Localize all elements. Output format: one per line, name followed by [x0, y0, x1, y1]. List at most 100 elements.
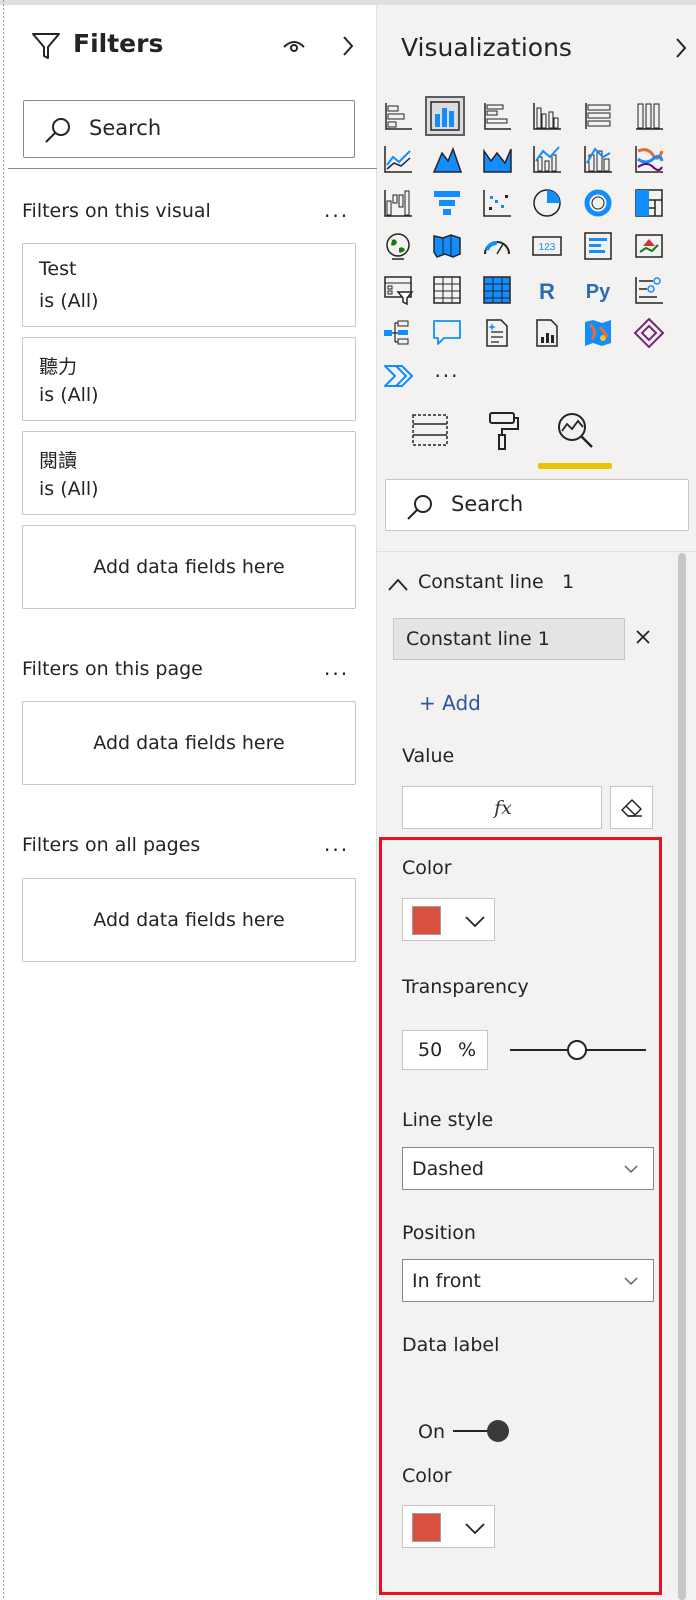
add-all-pages-filter-dropzone[interactable]: Add data fields here: [22, 878, 356, 962]
filters-search-placeholder: Search: [89, 116, 162, 140]
chevron-down-icon: [624, 1277, 638, 1286]
filter-card-value: is (All): [39, 384, 99, 406]
stacked-column-chart-icon[interactable]: [425, 96, 465, 136]
tab-fields[interactable]: [405, 405, 455, 455]
matrix-icon[interactable]: [477, 270, 517, 310]
qa-icon[interactable]: [427, 313, 467, 353]
filters-header: Filters: [8, 5, 377, 89]
reset-value-button[interactable]: [610, 786, 653, 829]
r-visual-icon[interactable]: R: [527, 270, 567, 310]
constant-line-item[interactable]: Constant line 1: [393, 618, 625, 660]
line-clustered-column-icon[interactable]: [527, 139, 567, 179]
tab-analytics[interactable]: [550, 405, 600, 455]
clustered-bar-chart-icon[interactable]: [477, 96, 517, 136]
transparency-input[interactable]: 50 %: [402, 1030, 488, 1070]
kpi-icon[interactable]: [629, 226, 669, 266]
value-label: Value: [402, 745, 455, 767]
chevron-right-icon[interactable]: [338, 31, 358, 61]
eye-icon[interactable]: [280, 35, 308, 57]
add-visual-filter-dropzone[interactable]: Add data fields here: [22, 525, 356, 609]
line-style-dropdown[interactable]: Dashed: [402, 1147, 654, 1190]
label-color-label: Color: [402, 1465, 452, 1487]
label-color-picker[interactable]: [402, 1505, 495, 1548]
filters-search-input[interactable]: Search: [23, 100, 355, 158]
gauge-icon[interactable]: [477, 226, 517, 266]
label-color-swatch: [412, 1513, 441, 1542]
clustered-column-chart-icon[interactable]: [527, 96, 567, 136]
scatter-chart-icon[interactable]: [477, 183, 517, 223]
close-icon[interactable]: [633, 627, 653, 647]
funnel-icon[interactable]: [427, 183, 467, 223]
filters-on-visual-more-button[interactable]: ...: [324, 198, 349, 222]
visualizations-search-input[interactable]: Search: [385, 479, 689, 531]
constant-line-section-header[interactable]: Constant line 1: [377, 565, 677, 605]
line-style-label: Line style: [402, 1109, 494, 1131]
filter-card-test[interactable]: Test is (All): [22, 243, 356, 327]
filter-card-listening[interactable]: 聽力 is (All): [22, 337, 356, 421]
filter-card-value: is (All): [39, 290, 99, 312]
filters-on-all-pages-more-button[interactable]: ...: [324, 832, 349, 856]
waterfall-chart-icon[interactable]: [378, 183, 418, 223]
eraser-icon: [620, 798, 642, 817]
format-pane-scrollbar[interactable]: [678, 553, 686, 1600]
key-influencers-icon[interactable]: [629, 270, 669, 310]
constant-line-count: 1: [562, 571, 575, 593]
data-label-toggle-state: On: [418, 1421, 445, 1443]
chevron-right-icon[interactable]: [672, 33, 690, 63]
transparency-value: 50: [418, 1039, 443, 1061]
r-visual-icon-label: R: [539, 279, 555, 304]
ribbon-chart-icon[interactable]: [629, 139, 669, 179]
python-visual-icon-label: Py: [586, 281, 611, 303]
filled-map-icon[interactable]: [427, 226, 467, 266]
visualizations-pane: Visualizations 123 R Py ··· Search Const…: [377, 5, 696, 1600]
stacked-bar-chart-icon[interactable]: [378, 96, 418, 136]
format-pane-separator: [377, 551, 696, 552]
line-chart-icon[interactable]: [378, 139, 418, 179]
add-constant-line-button[interactable]: + Add: [419, 691, 481, 715]
map-icon[interactable]: [378, 226, 418, 266]
position-dropdown[interactable]: In front: [402, 1259, 654, 1302]
chevron-up-icon: [388, 578, 408, 591]
visualizations-tabs: [377, 405, 696, 473]
transparency-slider-thumb[interactable]: [567, 1040, 587, 1060]
add-page-filter-dropzone[interactable]: Add data fields here: [22, 701, 356, 785]
data-label-label: Data label: [402, 1334, 500, 1356]
line-color-picker[interactable]: [402, 898, 495, 941]
treemap-icon[interactable]: [629, 183, 669, 223]
constant-line-item-name: Constant line 1: [406, 628, 550, 650]
power-automate-icon[interactable]: [378, 356, 418, 396]
power-apps-icon[interactable]: [629, 313, 669, 353]
filters-title: Filters: [73, 29, 164, 58]
table-icon[interactable]: [427, 270, 467, 310]
filter-card-reading[interactable]: 閱讀 is (All): [22, 431, 356, 515]
python-visual-icon[interactable]: Py: [578, 270, 618, 310]
filters-on-page-more-button[interactable]: ...: [324, 656, 349, 680]
slicer-icon[interactable]: [378, 270, 418, 310]
100-stacked-column-chart-icon[interactable]: [629, 96, 669, 136]
decomposition-tree-icon[interactable]: [378, 313, 418, 353]
tab-format[interactable]: [477, 405, 527, 455]
value-fx-input[interactable]: fx: [402, 786, 602, 829]
stacked-area-chart-icon[interactable]: [477, 139, 517, 179]
card-icon-label: 123: [539, 242, 556, 253]
active-tab-indicator: [538, 463, 612, 469]
data-label-toggle-thumb[interactable]: [487, 1420, 509, 1442]
filters-on-all-pages-title: Filters on all pages: [22, 834, 201, 856]
line-stacked-column-icon[interactable]: [578, 139, 618, 179]
donut-chart-icon[interactable]: [578, 183, 618, 223]
card-icon[interactable]: 123: [527, 226, 567, 266]
smart-narrative-icon[interactable]: [477, 313, 517, 353]
multi-row-card-icon[interactable]: [578, 226, 618, 266]
search-icon: [407, 495, 432, 520]
azure-map-icon[interactable]: [578, 313, 618, 353]
more-visuals-button[interactable]: ···: [427, 356, 467, 396]
chevron-down-icon: [624, 1165, 638, 1174]
pie-chart-icon[interactable]: [527, 183, 567, 223]
chevron-down-icon: [465, 1523, 485, 1535]
filters-pane: Filters Search Filters on this visual ..…: [8, 5, 377, 1600]
area-chart-icon[interactable]: [427, 139, 467, 179]
transparency-unit: %: [458, 1039, 477, 1061]
left-dotted-border: [0, 0, 8, 1600]
paginated-report-icon[interactable]: [527, 313, 567, 353]
100-stacked-bar-chart-icon[interactable]: [578, 96, 618, 136]
